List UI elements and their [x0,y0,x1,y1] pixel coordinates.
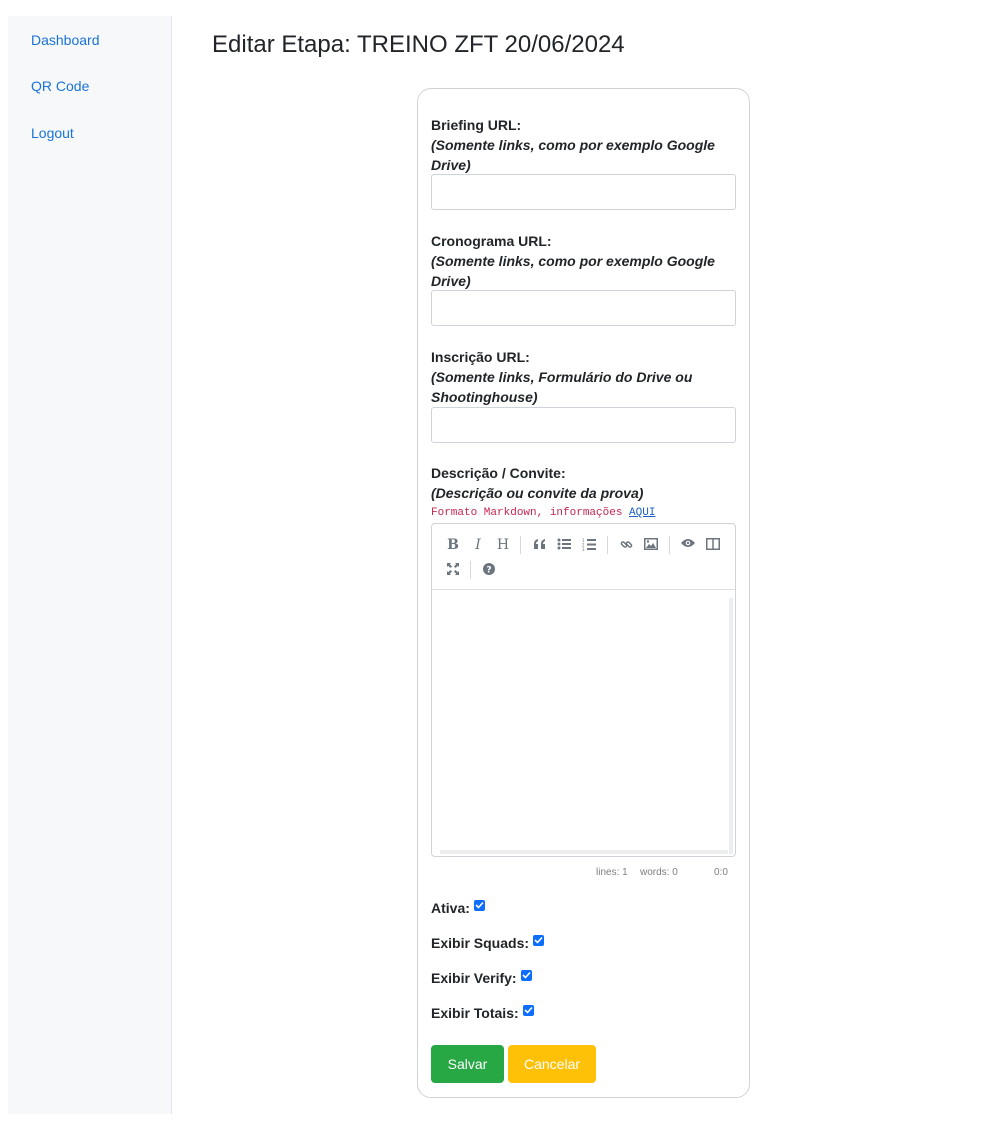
quote-icon[interactable] [528,534,550,556]
inscricao-label: Inscrição URL: (Somente links, Formulári… [431,347,716,407]
ativa-checkbox[interactable] [473,899,485,911]
exibir-squads-checkbox[interactable] [533,934,545,946]
link-icon[interactable] [615,534,637,556]
heading-icon[interactable]: H [492,534,514,556]
exibir-verify-row: Exibir Verify: [431,969,532,986]
sidebar-item-dashboard[interactable]: Dashboard [8,32,100,48]
inscricao-url-input[interactable] [431,407,736,443]
toolbar-separator [520,536,521,554]
fullscreen-icon[interactable] [442,559,464,581]
exibir-squads-label: Exibir Squads: [431,935,530,951]
svg-text:3: 3 [582,547,585,551]
editor-text-area[interactable] [432,590,735,856]
ordered-list-icon[interactable]: 123 [578,534,600,556]
editor-words-count: words: 0 [640,867,678,878]
cronograma-label: Cronograma URL: (Somente links, como por… [431,231,716,291]
toolbar-separator [470,561,471,579]
italic-icon[interactable]: I [467,534,489,556]
preview-icon[interactable] [677,534,699,556]
help-icon[interactable]: ? [478,559,500,581]
svg-text:?: ? [486,566,491,576]
inscricao-hint: (Somente links, Formulário do Drive ou S… [431,369,693,405]
editor-scrollbar-vertical[interactable] [729,598,733,854]
editor-scrollbar-horizontal[interactable] [440,850,728,854]
exibir-verify-label: Exibir Verify: [431,970,517,986]
editor-lines-count: lines: 1 [596,867,628,878]
side-by-side-icon[interactable] [702,534,724,556]
image-icon[interactable] [640,534,662,556]
markdown-info-link[interactable]: AQUI [629,507,655,519]
exibir-squads-row: Exibir Squads: [431,934,545,951]
cronograma-label-text: Cronograma URL: [431,233,552,249]
cancel-button[interactable]: Cancelar [508,1045,596,1083]
ativa-label: Ativa: [431,900,470,916]
exibir-verify-checkbox[interactable] [520,969,532,981]
briefing-url-input[interactable] [431,174,736,210]
markdown-editor: B I H 123 ? [431,523,736,857]
briefing-label-text: Briefing URL: [431,117,522,133]
save-button[interactable]: Salvar [431,1045,504,1083]
briefing-hint: (Somente links, como por exemplo Google … [431,137,715,173]
descricao-label-text: Descrição / Convite: [431,465,566,481]
toolbar-separator [607,536,608,554]
markdown-format-text: Formato Markdown, informações [431,507,623,519]
descricao-label: Descrição / Convite: (Descrição ou convi… [431,463,716,503]
unordered-list-icon[interactable] [553,534,575,556]
briefing-label: Briefing URL: (Somente links, como por e… [431,115,716,175]
sidebar-item-logout[interactable]: Logout [8,125,74,141]
editor-cursor-position: 0:0 [714,867,728,878]
exibir-totais-row: Exibir Totais: [431,1004,534,1021]
inscricao-label-text: Inscrição URL: [431,349,530,365]
edit-stage-form: Briefing URL: (Somente links, como por e… [417,88,750,1098]
bold-icon[interactable]: B [442,534,464,556]
exibir-totais-checkbox[interactable] [522,1004,534,1016]
sidebar: Dashboard QR Code Logout [8,16,172,1114]
markdown-format-note: Formato Markdown, informações AQUI [431,507,655,519]
cronograma-hint: (Somente links, como por exemplo Google … [431,253,715,289]
exibir-totais-label: Exibir Totais: [431,1005,519,1021]
ativa-row: Ativa: [431,899,485,916]
editor-toolbar: B I H 123 ? [432,524,735,590]
page-title: Editar Etapa: TREINO ZFT 20/06/2024 [212,31,625,58]
descricao-hint: (Descrição ou convite da prova) [431,485,644,501]
sidebar-item-qr-code[interactable]: QR Code [8,78,89,94]
toolbar-separator [669,536,670,554]
cronograma-url-input[interactable] [431,290,736,326]
